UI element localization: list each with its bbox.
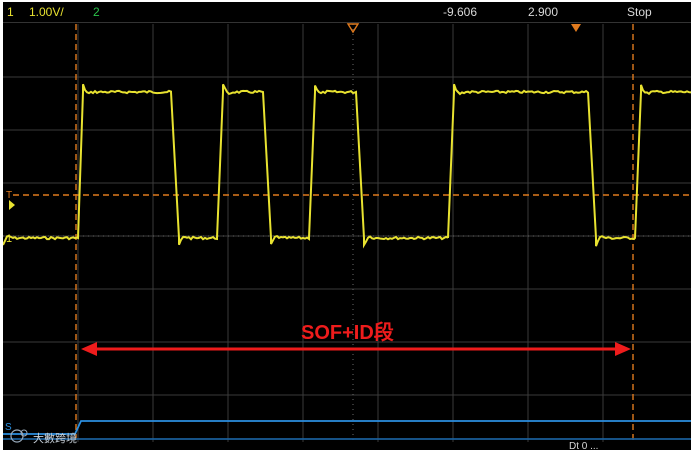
- center-axis: [3, 24, 691, 442]
- left-markers: 1 T S: [5, 190, 15, 433]
- ch1-waveform: [3, 83, 691, 249]
- ch1-ground-marker: 1: [6, 233, 12, 245]
- cursor-b-marker[interactable]: [571, 24, 581, 32]
- watermark-text: 大數跨境: [33, 431, 77, 445]
- grid: [3, 24, 691, 442]
- sof-id-label: SOF+ID段: [301, 320, 394, 344]
- ch2-marker: S: [5, 422, 12, 433]
- oscilloscope-screen: 1 1.00V/ 2 -9.606 2.900 Stop 1 T S SOF+I…: [3, 2, 691, 450]
- cursor-lines[interactable]: [13, 24, 691, 442]
- bottom-right-readout: Dt 0 ...: [569, 441, 598, 450]
- trigger-marker: T: [6, 190, 12, 201]
- sof-id-arrow: [81, 342, 631, 356]
- trigger-position-marker[interactable]: [346, 23, 360, 34]
- watermark: 大數跨境: [10, 429, 77, 445]
- ch2-waveform: [3, 420, 691, 440]
- waveform-plot: 1 T S SOF+ID段 大數跨境 Dt 0 ...: [3, 23, 691, 450]
